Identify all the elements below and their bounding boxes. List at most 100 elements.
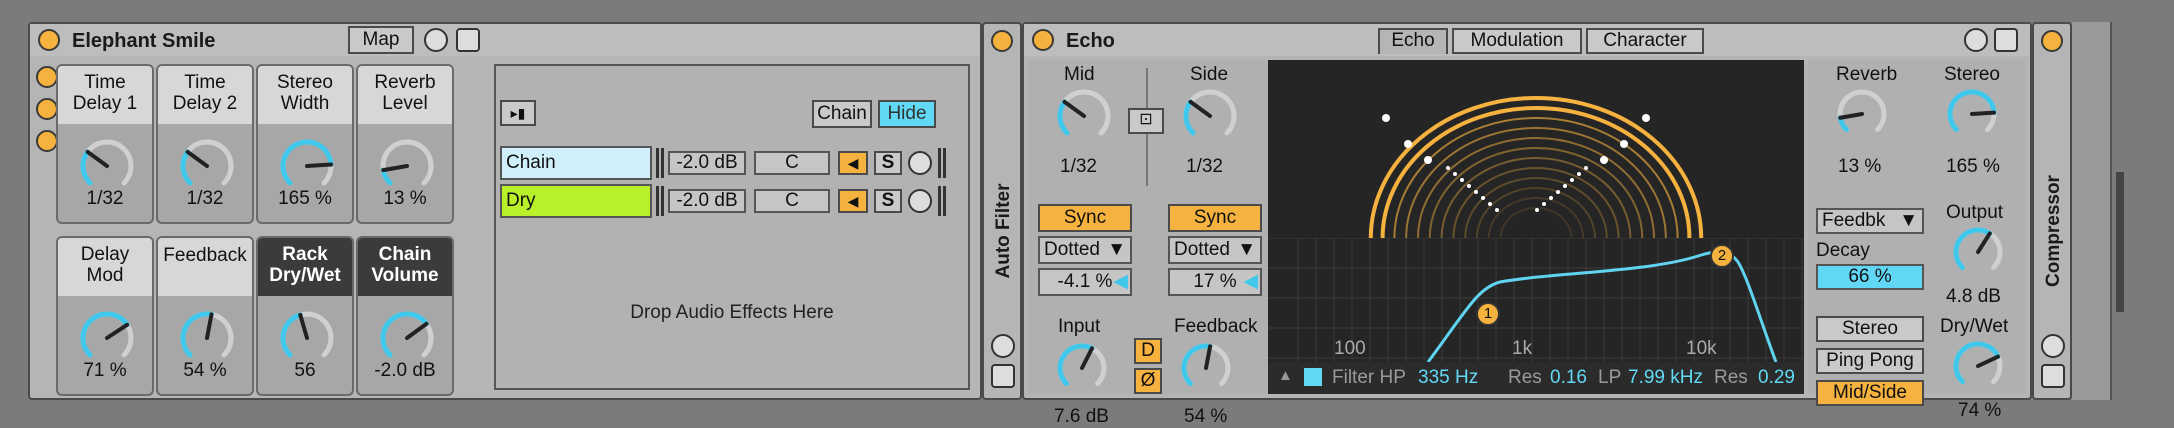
macro-label: Chain Volume: [358, 238, 452, 296]
offset-left-field[interactable]: -4.1 % ◀: [1038, 268, 1132, 296]
show-macros-icon[interactable]: [36, 66, 58, 88]
filter-hp-value[interactable]: 335 Hz: [1418, 367, 1478, 389]
link-button[interactable]: ⊡: [1128, 108, 1164, 134]
level-meter: [2116, 172, 2124, 312]
chain-grip-icon[interactable]: [656, 186, 664, 216]
chain-hot-swap-icon[interactable]: [908, 189, 932, 213]
macro-5[interactable]: Delay Mod 71 %: [56, 236, 154, 396]
sync-left-button[interactable]: Sync: [1038, 204, 1132, 232]
auto-filter-save-icon[interactable]: [991, 364, 1015, 388]
speaker-icon[interactable]: ◀: [838, 189, 868, 213]
macro-knob[interactable]: [377, 136, 437, 196]
decay-label: Decay: [1816, 240, 1870, 261]
echo-title-bar: Echo Echo Modulation Character: [1024, 24, 2030, 56]
res-lp-value[interactable]: 0.29: [1758, 367, 1795, 389]
chain-pan-field[interactable]: C: [754, 189, 830, 213]
map-button[interactable]: Map: [348, 26, 414, 54]
macro-knob[interactable]: [177, 136, 237, 196]
sync-right-button[interactable]: Sync: [1168, 204, 1262, 232]
drywet-knob[interactable]: [1950, 338, 2006, 394]
rack-save-icon[interactable]: [456, 28, 480, 52]
show-chains-icon[interactable]: [36, 98, 58, 120]
echo-hot-swap-icon[interactable]: [1964, 28, 1988, 52]
auto-filter-power-button[interactable]: [991, 30, 1013, 52]
echo-tunnel-display[interactable]: [1268, 60, 1804, 238]
freq-label-100: 100: [1334, 338, 1366, 359]
collapse-triangle-icon[interactable]: ▲: [1278, 367, 1293, 384]
chain-name[interactable]: Dry: [500, 184, 652, 218]
offset-right-field[interactable]: 17 % ◀: [1168, 268, 1262, 296]
chain-volume-field[interactable]: -2.0 dB: [668, 151, 746, 175]
chain-list-panel: ▸▮ Chain Hide Chain -2.0 dB C ◀ S Dry -2…: [494, 64, 970, 390]
mid-side-mode-button[interactable]: Mid/Side: [1816, 380, 1924, 406]
phase-invert-button[interactable]: Ø: [1134, 368, 1162, 394]
rack-power-button[interactable]: [38, 29, 60, 51]
chain-row-chain[interactable]: Chain -2.0 dB C ◀ S: [500, 146, 964, 180]
macro-6[interactable]: Feedback 54 %: [156, 236, 254, 396]
chain-button[interactable]: Chain: [812, 100, 872, 128]
compressor-power-button[interactable]: [2041, 30, 2063, 52]
echo-save-icon[interactable]: [1994, 28, 2018, 52]
mid-knob[interactable]: [1054, 86, 1114, 146]
lp-value[interactable]: 7.99 kHz: [1628, 367, 1703, 389]
tab-echo[interactable]: Echo: [1378, 28, 1448, 54]
macro-label: Feedback: [158, 238, 252, 296]
chain-hot-swap-icon[interactable]: [908, 151, 932, 175]
input-knob[interactable]: [1054, 340, 1110, 396]
macro-8[interactable]: Chain Volume -2.0 dB: [356, 236, 454, 396]
hide-button[interactable]: Hide: [878, 100, 936, 128]
feedback-knob[interactable]: [1178, 340, 1234, 396]
side-knob[interactable]: [1180, 86, 1240, 146]
tab-character[interactable]: Character: [1586, 28, 1704, 54]
macro-knob[interactable]: [377, 308, 437, 368]
decay-field[interactable]: 66 %: [1816, 264, 1924, 290]
filter-node-1[interactable]: 1: [1476, 302, 1500, 326]
macro-knob[interactable]: [277, 136, 337, 196]
macro-knob[interactable]: [77, 308, 137, 368]
chain-right-grip-icon[interactable]: [938, 186, 946, 216]
rack-hot-swap-icon[interactable]: [424, 28, 448, 52]
chain-volume-field[interactable]: -2.0 dB: [668, 189, 746, 213]
res-hp-value[interactable]: 0.16: [1550, 367, 1587, 389]
chain-row-dry[interactable]: Dry -2.0 dB C ◀ S: [500, 184, 964, 218]
macro-2[interactable]: Time Delay 2 1/32: [156, 64, 254, 224]
filter-node-2[interactable]: 2: [1710, 244, 1734, 268]
stereo-value: 165 %: [1946, 156, 2000, 177]
compressor-hot-swap-icon[interactable]: [2041, 334, 2065, 358]
macro-4[interactable]: Reverb Level 13 %: [356, 64, 454, 224]
stereo-mode-button[interactable]: Stereo: [1816, 316, 1924, 342]
reverb-knob[interactable]: [1834, 86, 1890, 142]
chain-name[interactable]: Chain: [500, 146, 652, 180]
chain-right-grip-icon[interactable]: [938, 148, 946, 178]
ping-pong-mode-button[interactable]: Ping Pong: [1816, 348, 1924, 374]
mode-right-select[interactable]: Dotted ▼: [1168, 236, 1262, 264]
mode-left-select[interactable]: Dotted ▼: [1038, 236, 1132, 264]
chain-pan-field[interactable]: C: [754, 151, 830, 175]
macro-knob[interactable]: [77, 136, 137, 196]
output-knob[interactable]: [1950, 224, 2006, 280]
speaker-icon[interactable]: ◀: [838, 151, 868, 175]
chevron-down-icon: ▼: [1107, 239, 1126, 260]
compressor-save-icon[interactable]: [2041, 364, 2065, 388]
macro-1[interactable]: Time Delay 1 1/32: [56, 64, 154, 224]
chain-solo-button[interactable]: S: [874, 189, 902, 213]
mid-label: Mid: [1064, 64, 1095, 85]
macro-knob[interactable]: [177, 308, 237, 368]
chain-grip-icon[interactable]: [656, 148, 664, 178]
macro-7[interactable]: Rack Dry/Wet 56: [256, 236, 354, 396]
tab-modulation[interactable]: Modulation: [1452, 28, 1582, 54]
feedbk-select[interactable]: Feedbk ▼: [1816, 208, 1924, 234]
stereo-knob[interactable]: [1944, 86, 2000, 142]
show-devices-icon[interactable]: [36, 130, 58, 152]
d-button[interactable]: D: [1134, 338, 1162, 364]
chain-solo-button[interactable]: S: [874, 151, 902, 175]
echo-power-button[interactable]: [1032, 29, 1054, 51]
feedbk-text: Feedbk: [1822, 210, 1886, 231]
macro-value: 1/32: [86, 188, 124, 209]
macro-knob[interactable]: [277, 308, 337, 368]
filter-toggle-checkbox[interactable]: [1304, 368, 1322, 386]
auto-filter-hot-swap-icon[interactable]: [991, 334, 1015, 358]
chain-activator-button[interactable]: ▸▮: [500, 100, 536, 126]
macro-value: -2.0 dB: [374, 360, 436, 381]
macro-3[interactable]: Stereo Width 165 %: [256, 64, 354, 224]
